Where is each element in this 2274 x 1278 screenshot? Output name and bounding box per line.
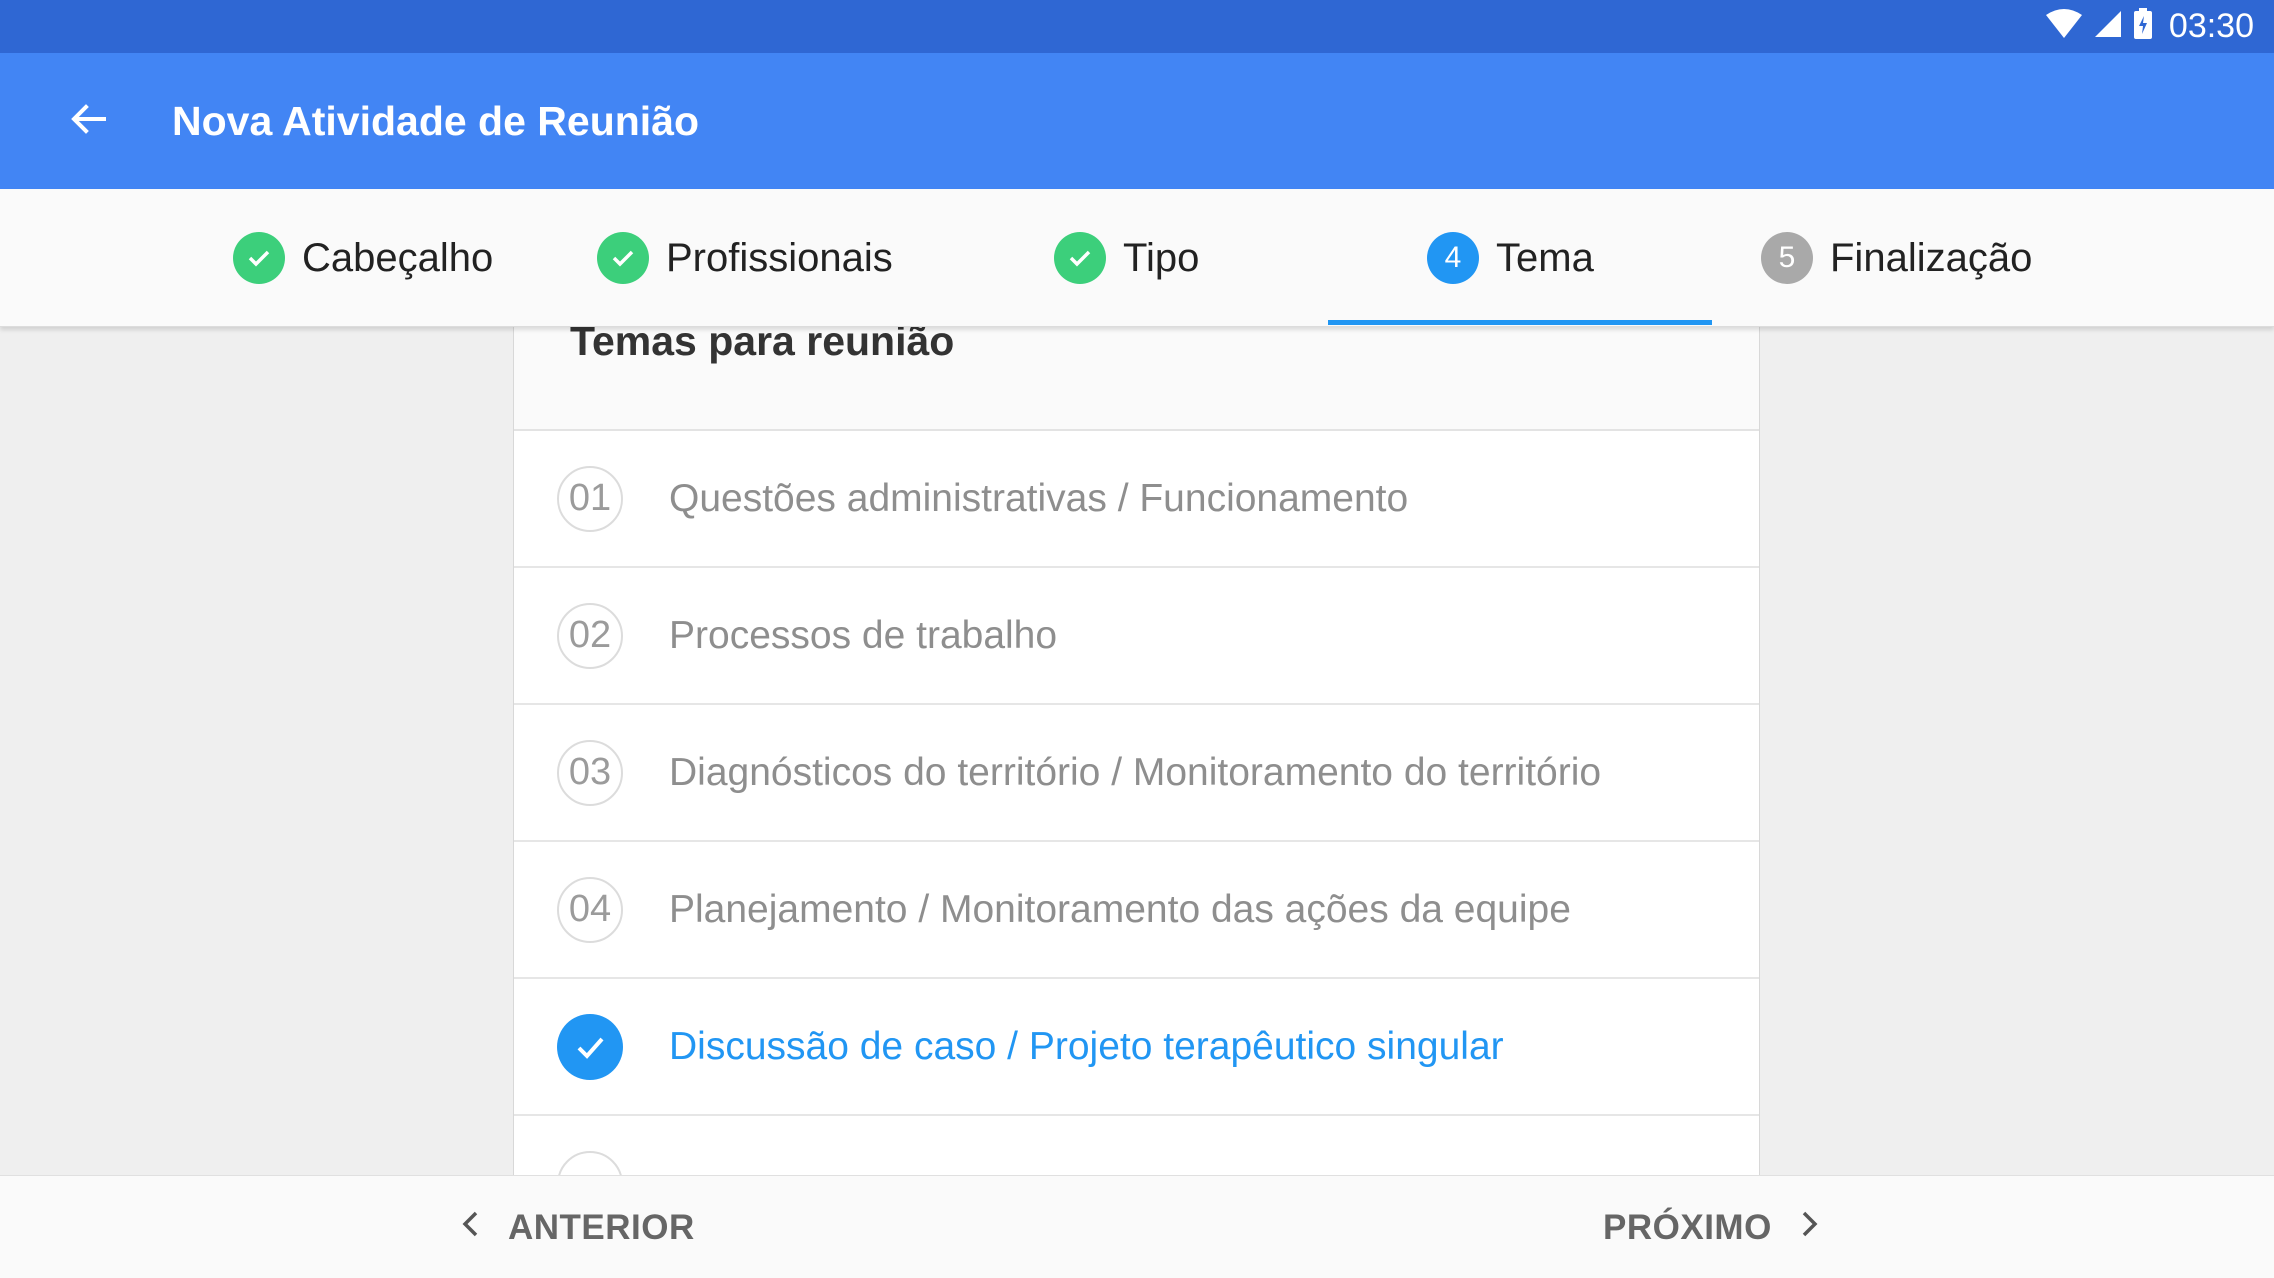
- topic-item[interactable]: 03 Diagnósticos do território / Monitora…: [514, 705, 1759, 842]
- signal-icon: [2093, 9, 2123, 44]
- step-tipo[interactable]: Tipo: [1054, 189, 1199, 327]
- check-circle-icon: [1054, 232, 1106, 284]
- check-circle-icon: [233, 232, 285, 284]
- chevron-left-icon: [458, 1208, 482, 1248]
- step-label: Tipo: [1123, 235, 1200, 280]
- arrow-back-icon: [68, 99, 108, 144]
- battery-icon: [2133, 8, 2153, 45]
- step-label: Cabeçalho: [302, 235, 494, 280]
- topic-number: 03: [557, 739, 623, 806]
- page-title: Nova Atividade de Reunião: [172, 97, 700, 144]
- step-label: Tema: [1496, 235, 1594, 280]
- status-bar: 03:30: [0, 0, 2274, 53]
- card-title: Temas para reunião: [570, 327, 955, 364]
- topic-label: Planejamento / Monitoramento das ações d…: [669, 887, 1571, 931]
- step-profissionais[interactable]: Profissionais: [597, 189, 893, 327]
- app-bar: Nova Atividade de Reunião: [0, 53, 2274, 189]
- topic-label: Diagnósticos do território / Monitoramen…: [669, 750, 1602, 794]
- wifi-icon: [2045, 9, 2083, 44]
- step-label: Finalização: [1830, 235, 2033, 280]
- chevron-right-icon: [1798, 1208, 1822, 1248]
- topics-card: Temas para reunião 01 Questões administr…: [513, 327, 1760, 1175]
- step-tema[interactable]: 4 Tema: [1427, 189, 1594, 327]
- topic-number: 02: [557, 602, 623, 669]
- topic-number: [557, 1150, 623, 1175]
- topic-item-selected[interactable]: Discussão de caso / Projeto terapêutico …: [514, 979, 1759, 1116]
- back-button[interactable]: [52, 91, 124, 151]
- previous-button[interactable]: ANTERIOR: [458, 1176, 695, 1278]
- topic-label: Processos de trabalho: [669, 613, 1058, 657]
- topic-number: 01: [557, 465, 623, 532]
- topic-label: Discussão de caso / Projeto terapêutico …: [669, 1024, 1504, 1068]
- topic-item-partial[interactable]: [514, 1116, 1759, 1175]
- bottom-navigation: ANTERIOR PRÓXIMO: [0, 1175, 2274, 1278]
- next-button[interactable]: PRÓXIMO: [1603, 1176, 1822, 1278]
- status-icons: 03:30: [2045, 0, 2254, 53]
- step-cabecalho[interactable]: Cabeçalho: [233, 189, 493, 327]
- topic-item[interactable]: 01 Questões administrativas / Funcioname…: [514, 431, 1759, 568]
- previous-label: ANTERIOR: [508, 1207, 695, 1247]
- check-circle-icon: [597, 232, 649, 284]
- topic-item[interactable]: 02 Processos de trabalho: [514, 568, 1759, 705]
- topic-label: Questões administrativas / Funcionamento: [669, 476, 1409, 520]
- check-circle-icon: [557, 1013, 623, 1080]
- status-time: 03:30: [2168, 7, 2254, 45]
- active-step-indicator: [1328, 320, 1712, 325]
- next-label: PRÓXIMO: [1603, 1207, 1772, 1247]
- topic-number: 04: [557, 876, 623, 943]
- card-header: Temas para reunião: [514, 327, 1759, 431]
- step-number-badge: 5: [1761, 232, 1813, 284]
- step-number-badge: 4: [1427, 232, 1479, 284]
- step-finalizacao[interactable]: 5 Finalização: [1761, 189, 2032, 327]
- topic-item[interactable]: 04 Planejamento / Monitoramento das açõe…: [514, 842, 1759, 979]
- stepper: Cabeçalho Profissionais Tipo 4 Tema 5 Fi…: [0, 189, 2274, 327]
- step-label: Profissionais: [666, 235, 893, 280]
